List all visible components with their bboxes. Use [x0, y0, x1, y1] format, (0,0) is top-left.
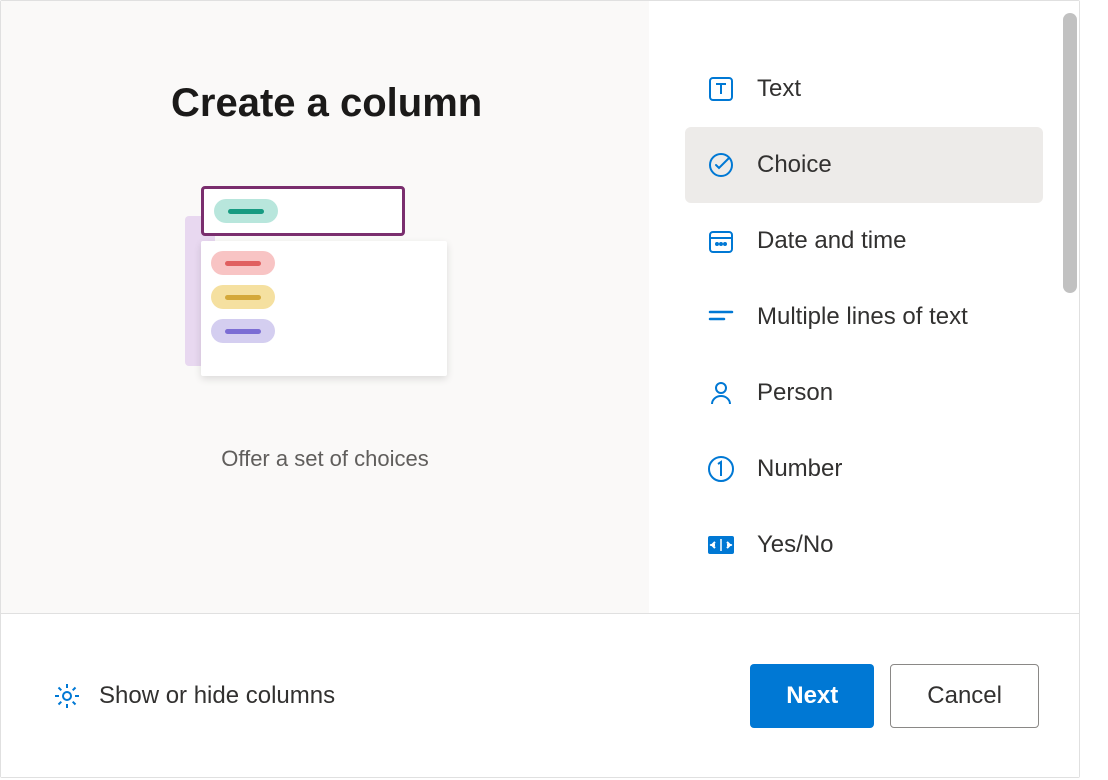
type-label: Text: [757, 75, 801, 103]
gear-icon: [51, 680, 83, 712]
cancel-button[interactable]: Cancel: [890, 664, 1039, 728]
multiline-icon: [705, 301, 737, 333]
next-button[interactable]: Next: [750, 664, 874, 728]
column-type-list: Text Choice: [685, 51, 1043, 583]
type-label: Date and time: [757, 227, 906, 255]
type-item-text[interactable]: Text: [685, 51, 1043, 127]
create-column-dialog: Create a column Offer a set of choices: [0, 0, 1080, 778]
type-item-number[interactable]: Number: [685, 431, 1043, 507]
type-item-multiline[interactable]: Multiple lines of text: [685, 279, 1043, 355]
type-label: Number: [757, 455, 842, 483]
calendar-icon: [705, 225, 737, 257]
scrollbar-thumb[interactable]: [1063, 13, 1077, 293]
dialog-title: Create a column: [171, 81, 482, 126]
type-description: Offer a set of choices: [221, 446, 428, 472]
type-item-choice[interactable]: Choice: [685, 127, 1043, 203]
text-icon: [705, 73, 737, 105]
type-item-yesno[interactable]: Yes/No: [685, 507, 1043, 583]
choice-icon: [705, 149, 737, 181]
content-area: Create a column Offer a set of choices: [1, 1, 1079, 613]
type-item-person[interactable]: Person: [685, 355, 1043, 431]
footer-buttons: Next Cancel: [750, 664, 1039, 728]
type-item-datetime[interactable]: Date and time: [685, 203, 1043, 279]
choice-illustration: [185, 186, 465, 386]
type-label: Choice: [757, 151, 832, 179]
type-label: Multiple lines of text: [757, 303, 968, 331]
show-hide-label: Show or hide columns: [99, 682, 335, 710]
preview-panel: Create a column Offer a set of choices: [1, 1, 649, 613]
number-icon: [705, 453, 737, 485]
yesno-icon: [705, 529, 737, 561]
person-icon: [705, 377, 737, 409]
dialog-footer: Show or hide columns Next Cancel: [1, 613, 1079, 777]
type-label: Person: [757, 379, 833, 407]
type-list-panel: Text Choice: [649, 1, 1079, 613]
type-label: Yes/No: [757, 531, 834, 559]
show-hide-columns-link[interactable]: Show or hide columns: [51, 680, 335, 712]
